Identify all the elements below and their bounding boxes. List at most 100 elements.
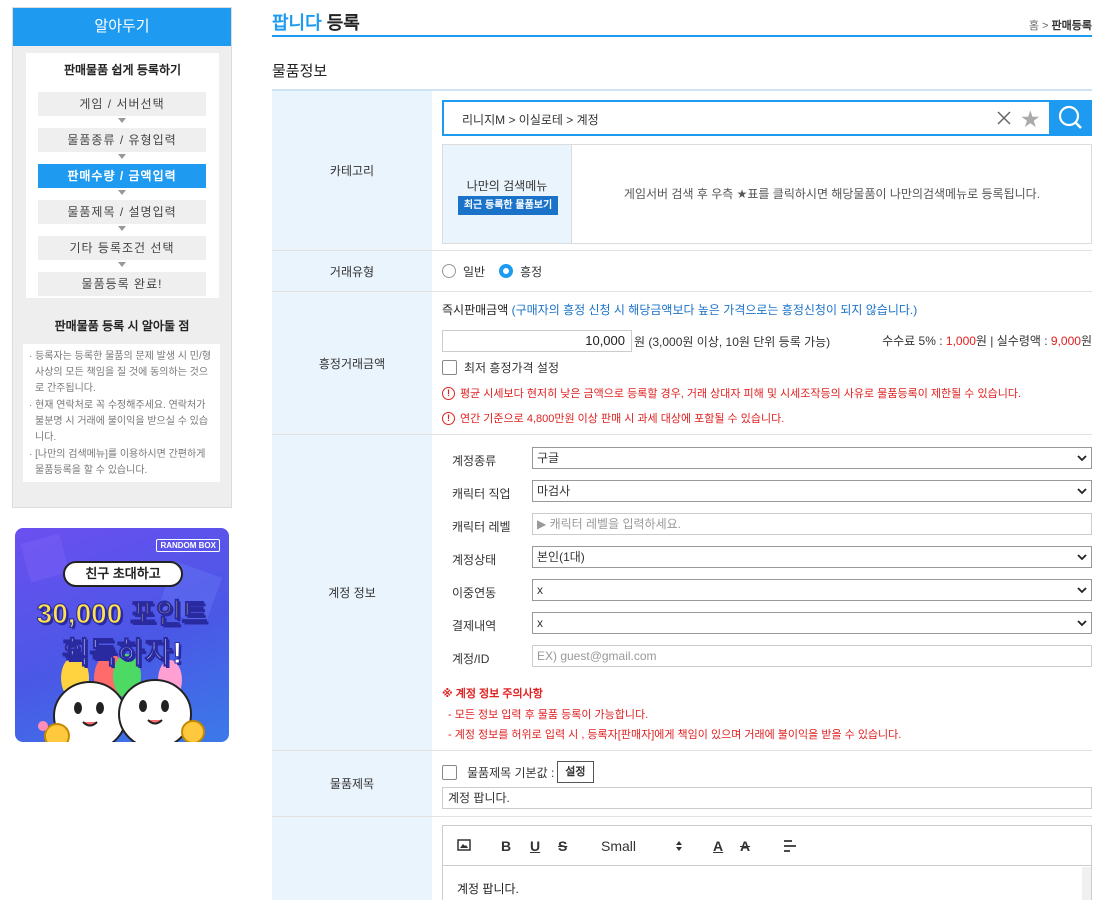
account-type-label: 계정종류 [452,454,497,468]
dual-link-select[interactable]: x [532,579,1092,601]
font-size-select[interactable]: Small [601,838,636,854]
step-arrow-icon [118,154,126,159]
account-status-label: 계정상태 [452,553,497,567]
banner-subheadline: 획득하자! [61,637,183,671]
description-row: B U S Small A A 계정 팝니다. [272,817,1092,900]
text-color-icon[interactable]: A [713,838,723,854]
trade-type-label: 거래유형 [272,251,432,291]
breadcrumb-current: 판매등록 [1051,20,1092,32]
align-icon[interactable] [783,840,797,852]
character-class-select[interactable]: 마검사 [532,480,1092,502]
step-item: 기타 등록조건 선택 [38,236,206,260]
set-default-title-button[interactable]: 설정 [557,761,594,783]
step-arrow-icon [118,262,126,267]
trade-type-row: 거래유형 일반 흥정 [272,251,1092,292]
star-icon[interactable]: ★ [1020,107,1041,131]
radio-circle-selected[interactable] [499,264,514,278]
page-title: 팝니다 등록 [272,9,360,35]
bold-icon[interactable]: B [501,838,511,854]
fee-mid: 원 | 실수령액 : [975,334,1051,348]
my-menu-panel: 나만의 검색메뉴 최근 등록한 물품보기 [443,145,572,243]
step-item: 물품등록 완료! [38,272,206,296]
character-level-input[interactable]: ▶ 캐릭터 레벨을 입력하세요. [532,513,1092,535]
step-item: 물품종류 / 유형입력 [38,128,206,152]
breadcrumb-separator: > [1038,20,1052,32]
category-row: 카테고리 리니지M > 이실로테 > 계정 ★ 나만의 검색메뉴 최근 등록한 … [272,91,1092,251]
highlight-icon[interactable]: A [740,838,750,854]
price-input[interactable]: 10,000 [442,330,632,352]
sidebar-guide: 알아두기 판매물품 쉽게 등록하기 게임 / 서버선택 물품종류 / 유형입력 … [12,7,232,508]
notes-title: 판매물품 등록 시 알아둘 점 [54,319,190,333]
account-notice-item: - 모든 정보 입력 후 물품 등록이 가능합니다. [448,709,649,721]
note-item: · [나만의 검색메뉴]를 이용하시면 간편하게 물품등록을 할 수 있습니다. [29,449,206,476]
payment-history-select[interactable]: x [532,612,1092,634]
min-price-label: 최저 흥정가격 설정 [464,361,559,375]
step-arrow-icon [118,226,126,231]
account-type-value: 구글 [537,451,560,465]
invite-banner[interactable]: RANDOM BOX 친구 초대하고 30,000 포인트 획득하자! [15,528,229,742]
payment-history-value: x [537,616,543,630]
fee-value: 1,000 [945,334,976,348]
default-title-checkbox[interactable] [442,764,457,780]
warning-icon: ! [442,386,455,400]
page-title-accent: 팝니다 [272,13,322,33]
my-search-menu: 나만의 검색메뉴 최근 등록한 물품보기 게임서버 검색 후 우측 ★표를 클릭… [442,144,1092,244]
underline-icon[interactable]: U [530,838,540,854]
image-icon[interactable] [457,839,471,851]
steps-card: 판매물품 쉽게 등록하기 게임 / 서버선택 물품종류 / 유형입력 판매수량 … [26,53,219,298]
editor-content[interactable]: 계정 팝니다. [457,880,519,897]
chevron-down-icon [1077,488,1087,495]
warning-text: 평균 시세보다 현저히 낮은 금액으로 등록할 경우, 거래 상대자 피해 및 … [460,388,1022,400]
account-status-value: 본인(1대) [537,550,585,564]
radio-circle[interactable] [442,264,456,278]
editor-toolbar: B U S Small A A [443,826,1091,866]
sidebar-header: 알아두기 [13,8,231,46]
step-arrow-icon [118,118,126,123]
account-status-select[interactable]: 본인(1대) [532,546,1092,568]
character-class-value: 마검사 [537,484,571,498]
item-title-label: 물품제목 [272,751,432,816]
chevron-down-icon [1077,455,1087,462]
step-item: 게임 / 서버선택 [38,92,206,116]
description-editor[interactable]: B U S Small A A 계정 팝니다. [442,825,1092,900]
account-type-select[interactable]: 구글 [532,447,1092,469]
category-search-box[interactable]: 리니지M > 이실로테 > 계정 ★ [442,100,1092,136]
default-title-option: 물품제목 기본값 : 설정 [442,761,594,783]
account-notice-title: ※ 계정 정보 주의사항 [442,688,543,700]
strikethrough-icon[interactable]: S [558,838,567,854]
my-menu-message: 게임서버 검색 후 우측 ★표를 클릭하시면 해당물품이 나만의검색메뉴로 등록… [623,187,1041,201]
category-label: 카테고리 [272,91,432,250]
clear-icon[interactable] [996,110,1012,126]
step-item: 물품제목 / 설명입력 [38,200,206,224]
min-price-option[interactable]: 최저 흥정가격 설정 [442,359,559,376]
search-button[interactable] [1049,100,1092,136]
breadcrumb: 홈 > 판매등록 [1029,17,1092,33]
editor-scrollbar[interactable] [1082,867,1091,900]
note-item: · 등록자는 등록한 물품의 문제 발생 시 민/형사상의 모든 책임을 질 것… [29,351,211,394]
price-unit-note: 원 (3,000원 이상, 10원 단위 등록 가능) [634,335,831,349]
fee-summary: 수수료 5% : 1,000원 | 실수령액 : 9,000원 [882,332,1092,349]
account-notice-item: - 계정 정보를 허위로 입력 시 , 등록자[판매자]에게 책임이 있으며 거… [448,729,902,741]
item-title-input[interactable]: 계정 팝니다. [442,787,1092,809]
search-icon [1058,105,1082,129]
radio-general[interactable]: 일반 [442,263,485,280]
note-item: · 현재 연락처로 꼭 수정해주세요. 연락처가 불분명 시 거래에 불이익을 … [29,400,209,443]
page-title-rest: 등록 [321,13,360,33]
default-title-label: 물품제목 기본값 : [467,765,555,780]
chevron-updown-icon[interactable] [675,840,683,852]
price-label: 흥정거래금액 [272,292,432,434]
min-price-checkbox[interactable] [442,360,457,375]
breadcrumb-home[interactable]: 홈 [1029,20,1039,32]
account-id-input[interactable]: EX) guest@gmail.com [532,645,1092,667]
step-arrow-icon [118,190,126,195]
account-row: 계정 정보 계정종류 구글 캐릭터 직업 마검사 캐릭터 레벨 ▶ 캐릭터 레벨… [272,435,1092,751]
category-value: 리니지M > 이실로테 > 계정 [462,113,599,127]
payment-history-label: 결제내역 [452,619,497,633]
warning-text: 연간 기준으로 4,800만원 이상 판매 시 과세 대상에 포함될 수 있습니… [460,413,785,425]
banner-headline: 30,000 포인트 [36,598,208,630]
my-menu-title: 나만의 검색메뉴 [466,179,548,193]
warning-icon: ! [442,411,455,425]
radio-negotiate[interactable]: 흥정 [499,263,542,280]
description-label-cell [272,817,432,900]
recent-items-button[interactable]: 최근 등록한 물품보기 [458,196,558,215]
